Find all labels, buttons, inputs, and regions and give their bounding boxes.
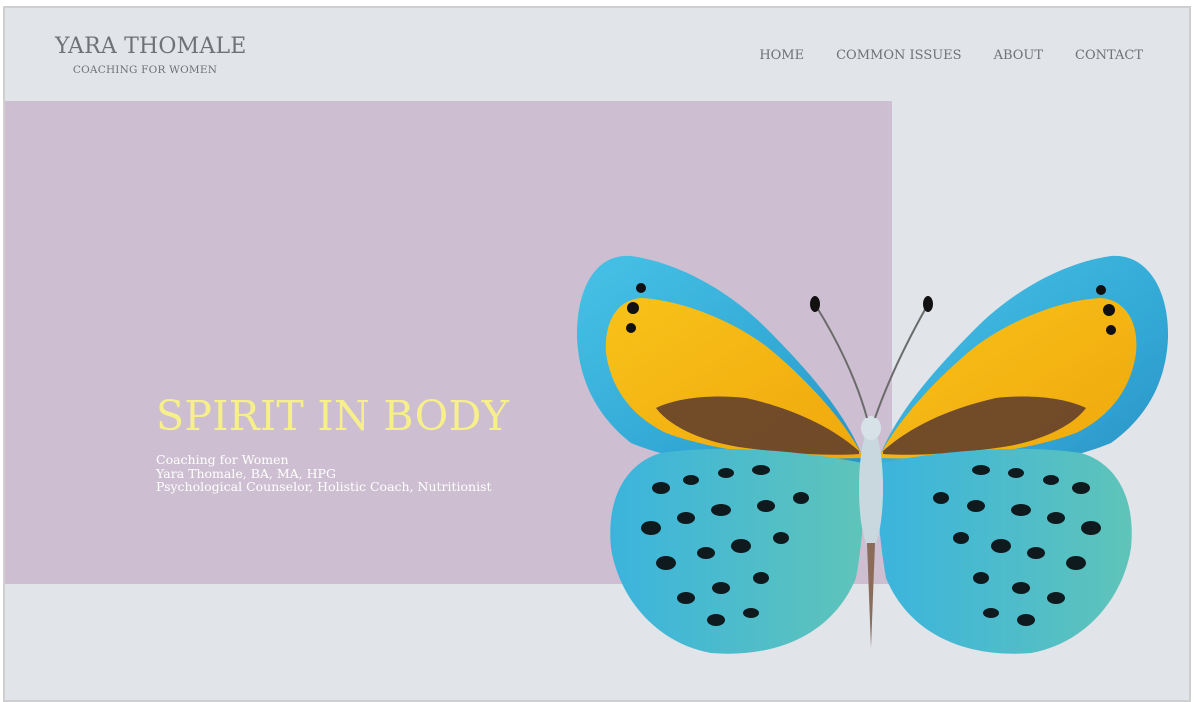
main-nav: HOME COMMON ISSUES ABOUT CONTACT (759, 48, 1143, 63)
hero-line-roles: Psychological Counselor, Holistic Coach,… (156, 479, 492, 494)
nav-contact[interactable]: CONTACT (1075, 48, 1143, 63)
butterfly-image (576, 255, 1169, 654)
brand-logo[interactable]: YARA THOMALE COACHING FOR WOMEN (55, 34, 247, 76)
hero-line-credentials: Yara Thomale, BA, MA, HPG (156, 465, 336, 481)
brand-name: YARA THOMALE (55, 34, 247, 59)
hero-line-coaching: Coaching for Women (156, 452, 289, 467)
nav-home[interactable]: HOME (759, 48, 804, 63)
page: YARA THOMALE COACHING FOR WOMEN HOME COM… (3, 6, 1191, 702)
nav-common-issues[interactable]: COMMON ISSUES (836, 48, 961, 63)
brand-tagline: COACHING FOR WOMEN (72, 64, 218, 76)
nav-about[interactable]: ABOUT (994, 48, 1043, 63)
hero-title: SPIRIT IN BODY (156, 392, 510, 440)
hero-subtitle: Coaching for Women Yara Thomale, BA, MA,… (156, 453, 492, 494)
